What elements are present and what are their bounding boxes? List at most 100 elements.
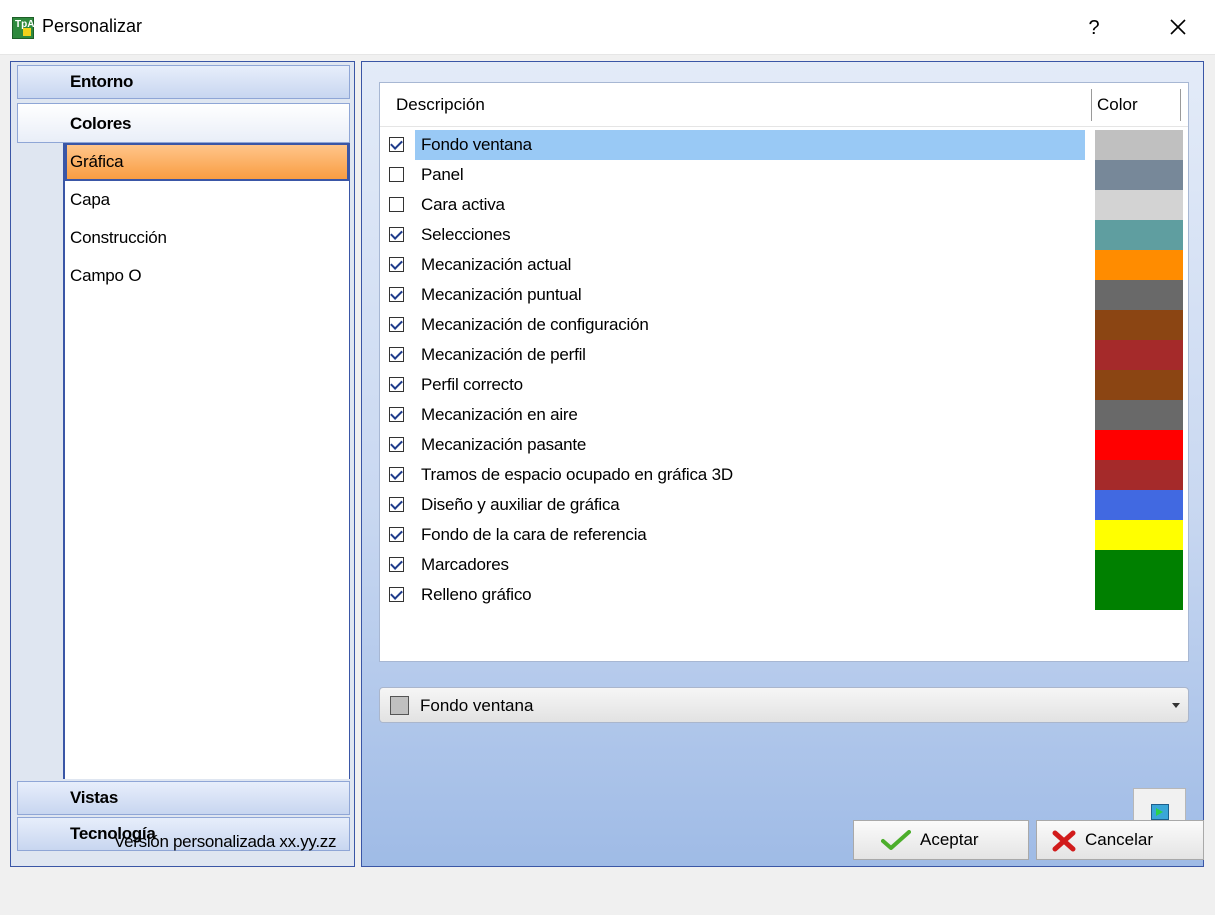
row-color-swatch[interactable] — [1095, 250, 1183, 280]
row-color-swatch[interactable] — [1095, 460, 1183, 490]
list-item[interactable]: Relleno gráfico — [380, 580, 1188, 610]
row-checkbox[interactable] — [389, 527, 404, 542]
dropdown-color-swatch — [390, 696, 409, 715]
row-label: Mecanización en aire — [421, 405, 578, 424]
row-checkbox[interactable] — [389, 167, 404, 182]
chevron-down-icon — [1172, 703, 1180, 708]
nav-group-entorno[interactable]: Entorno — [17, 65, 350, 99]
row-checkbox[interactable] — [389, 137, 404, 152]
list-item[interactable]: Mecanización en aire — [380, 400, 1188, 430]
row-checkbox[interactable] — [389, 587, 404, 602]
window-title: Personalizar — [42, 16, 143, 36]
row-label: Fondo ventana — [415, 130, 1085, 160]
row-checkbox[interactable] — [389, 407, 404, 422]
row-label: Relleno gráfico — [421, 585, 532, 604]
row-checkbox[interactable] — [389, 197, 404, 212]
row-color-swatch[interactable] — [1095, 490, 1183, 520]
list-item[interactable]: Mecanización puntual — [380, 280, 1188, 310]
row-label: Mecanización pasante — [421, 435, 587, 454]
row-color-swatch[interactable] — [1095, 400, 1183, 430]
row-checkbox[interactable] — [389, 437, 404, 452]
row-label: Mecanización de perfil — [421, 345, 586, 364]
dropdown-value: Fondo ventana — [420, 696, 534, 715]
row-color-swatch[interactable] — [1095, 160, 1183, 190]
row-label: Cara activa — [421, 195, 505, 214]
row-checkbox[interactable] — [389, 347, 404, 362]
row-checkbox[interactable] — [389, 317, 404, 332]
cross-icon — [1052, 830, 1076, 852]
row-checkbox[interactable] — [389, 287, 404, 302]
row-color-swatch[interactable] — [1095, 130, 1183, 160]
row-color-swatch[interactable] — [1095, 280, 1183, 310]
list-item[interactable]: Marcadores — [380, 550, 1188, 580]
row-label: Marcadores — [421, 555, 509, 574]
list-rows: Fondo ventana Panel Cara activa Selecciones… — [380, 130, 1188, 610]
row-color-swatch[interactable] — [1095, 580, 1183, 610]
color-list[interactable]: Descripción Color Fondo ventana Panel Cara… — [379, 82, 1189, 662]
nav-group-vistas[interactable]: Vistas — [17, 781, 350, 815]
list-item[interactable]: Fondo de la cara de referencia — [380, 520, 1188, 550]
column-header-color[interactable]: Color — [1097, 95, 1138, 115]
list-item[interactable]: Fondo ventana — [380, 130, 1188, 160]
row-color-swatch[interactable] — [1095, 550, 1183, 580]
list-item[interactable]: Tramos de espacio ocupado en gráfica 3D — [380, 460, 1188, 490]
row-color-swatch[interactable] — [1095, 190, 1183, 220]
list-item[interactable]: Cara activa — [380, 190, 1188, 220]
title-bar: TpA Personalizar ? — [0, 0, 1215, 55]
close-button[interactable] — [1158, 10, 1198, 44]
row-label: Panel — [421, 165, 464, 184]
list-item[interactable]: Diseño y auxiliar de gráfica — [380, 490, 1188, 520]
version-label: Versión personalizada xx.yy.zz — [114, 832, 337, 851]
accept-button[interactable]: Aceptar — [853, 820, 1029, 860]
row-label: Diseño y auxiliar de gráfica — [421, 495, 620, 514]
cancel-button-label: Cancelar — [1085, 830, 1154, 849]
row-color-swatch[interactable] — [1095, 340, 1183, 370]
list-header: Descripción Color — [380, 83, 1188, 127]
row-label: Selecciones — [421, 225, 511, 244]
dialog-body: Entorno Colores Gráfica Capa Construcción C… — [0, 55, 1215, 915]
navigation-panel: Entorno Colores Gráfica Capa Construcción C… — [10, 61, 355, 867]
close-icon — [1170, 19, 1186, 35]
nav-item[interactable]: Campo O — [65, 257, 349, 295]
accept-button-label: Aceptar — [920, 830, 979, 849]
list-item[interactable]: Mecanización pasante — [380, 430, 1188, 460]
list-item[interactable]: Mecanización de configuración — [380, 310, 1188, 340]
list-item[interactable]: Panel — [380, 160, 1188, 190]
row-checkbox[interactable] — [389, 467, 404, 482]
row-label: Perfil correcto — [421, 375, 523, 394]
color-item-dropdown[interactable]: Fondo ventana — [379, 687, 1189, 723]
list-item[interactable]: Perfil correcto — [380, 370, 1188, 400]
app-icon: TpA — [12, 17, 34, 39]
list-item[interactable]: Mecanización actual — [380, 250, 1188, 280]
nav-item[interactable]: Construcción — [65, 219, 349, 257]
row-color-swatch[interactable] — [1095, 370, 1183, 400]
row-color-swatch[interactable] — [1095, 220, 1183, 250]
row-label: Mecanización de configuración — [421, 315, 649, 334]
list-item[interactable]: Selecciones — [380, 220, 1188, 250]
settings-panel: Descripción Color Fondo ventana Panel Cara… — [361, 61, 1204, 867]
row-color-swatch[interactable] — [1095, 310, 1183, 340]
column-separator[interactable] — [1180, 89, 1181, 121]
row-color-swatch[interactable] — [1095, 520, 1183, 550]
nav-item-list: Gráfica Capa Construcción Campo O — [63, 143, 350, 779]
arrow-right-icon — [1151, 804, 1169, 820]
row-checkbox[interactable] — [389, 497, 404, 512]
list-item[interactable]: Mecanización de perfil — [380, 340, 1188, 370]
row-label: Fondo de la cara de referencia — [421, 525, 647, 544]
nav-group-colores[interactable]: Colores — [17, 103, 350, 143]
nav-item[interactable]: Capa — [65, 181, 349, 219]
row-label: Tramos de espacio ocupado en gráfica 3D — [421, 465, 733, 484]
column-header-description[interactable]: Descripción — [396, 95, 485, 115]
row-checkbox[interactable] — [389, 557, 404, 572]
checkmark-icon — [881, 830, 911, 850]
row-label: Mecanización actual — [421, 255, 572, 274]
row-checkbox[interactable] — [389, 227, 404, 242]
row-checkbox[interactable] — [389, 257, 404, 272]
cancel-button[interactable]: Cancelar — [1036, 820, 1204, 860]
row-color-swatch[interactable] — [1095, 430, 1183, 460]
help-button[interactable]: ? — [1074, 12, 1114, 44]
row-checkbox[interactable] — [389, 377, 404, 392]
row-label: Mecanización puntual — [421, 285, 582, 304]
nav-item[interactable]: Gráfica — [65, 143, 349, 181]
column-separator[interactable] — [1091, 89, 1092, 121]
